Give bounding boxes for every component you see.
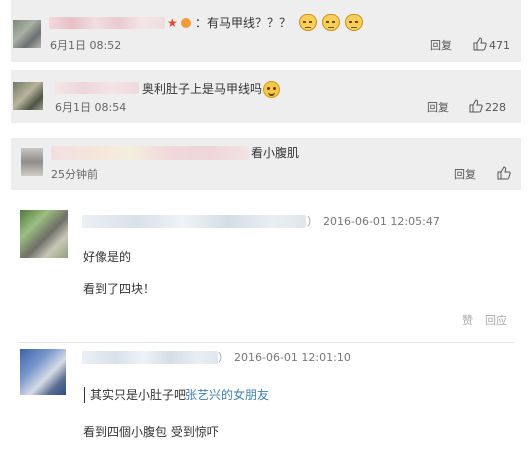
comment-timestamp: 2016-06-01 12:05:47	[323, 215, 440, 228]
like-count: 228	[485, 101, 506, 114]
avatar[interactable]	[20, 349, 66, 395]
star-icon: ★	[167, 16, 178, 30]
avatar[interactable]	[21, 148, 43, 176]
reply-button[interactable]: 回复	[430, 39, 452, 52]
avatar[interactable]	[13, 20, 41, 48]
avatar[interactable]	[20, 210, 68, 258]
like-count: 471	[489, 39, 510, 52]
quote-bar	[84, 387, 85, 403]
comment-timestamp: 2016-06-01 12:01:10	[234, 351, 351, 364]
avatar[interactable]	[13, 82, 43, 110]
comment-card: 看小腹肌 25分钟前 回复	[11, 138, 521, 190]
smiley-icon	[263, 81, 281, 98]
comment-time: 6月1日 08:52	[50, 39, 122, 52]
reply-button[interactable]: 回复	[427, 101, 449, 114]
thumbs-up-icon	[497, 166, 511, 180]
username-blurred[interactable]	[49, 17, 165, 29]
comment-text: ：有马甲线？？？	[195, 16, 292, 30]
reply-button[interactable]: 回复	[454, 168, 476, 181]
respond-button[interactable]: 回应	[485, 314, 507, 327]
username-blurred[interactable]	[82, 351, 218, 364]
paren: ）	[307, 215, 318, 228]
comment-text: 奥利肚子上是马甲线吗	[142, 81, 281, 98]
username-blurred[interactable]	[55, 82, 139, 94]
comment-line: 看到四個小腹包 受到惊吓	[83, 425, 219, 439]
thread-comment: ） 2016-06-01 12:01:10 其实只是小肚子吧 张艺兴的女朋友 看…	[0, 343, 532, 456]
thumbs-up-icon	[469, 99, 483, 113]
quote-user-link[interactable]: 张艺兴的女朋友	[185, 388, 269, 402]
badge-icon	[181, 18, 191, 28]
thumbs-up-icon	[473, 37, 487, 51]
quote-text: 其实只是小肚子吧	[90, 388, 187, 402]
paren: ）	[218, 351, 229, 364]
comment-time: 25分钟前	[51, 168, 98, 181]
cat-face-icon	[345, 14, 363, 31]
comment-line: 好像是的	[83, 250, 132, 264]
thread-comment: ） 2016-06-01 12:05:47 好像是的 看到了四块！ 赞 回应	[0, 198, 532, 338]
comment-card: ★ ：有马甲线？？？ 6月1日 08:52 回复 471	[11, 0, 521, 62]
praise-button[interactable]: 赞	[462, 314, 473, 327]
username-blurred[interactable]	[82, 215, 306, 228]
username-blurred[interactable]	[51, 146, 249, 160]
comment-text: 看小腹肌	[251, 146, 300, 160]
cat-face-icon	[322, 14, 340, 31]
comment-time: 6月1日 08:54	[55, 101, 127, 114]
comment-card: 奥利肚子上是马甲线吗 6月1日 08:54 回复 228	[11, 70, 521, 123]
cat-face-icon	[299, 14, 317, 31]
comment-line: 看到了四块！	[83, 282, 156, 296]
